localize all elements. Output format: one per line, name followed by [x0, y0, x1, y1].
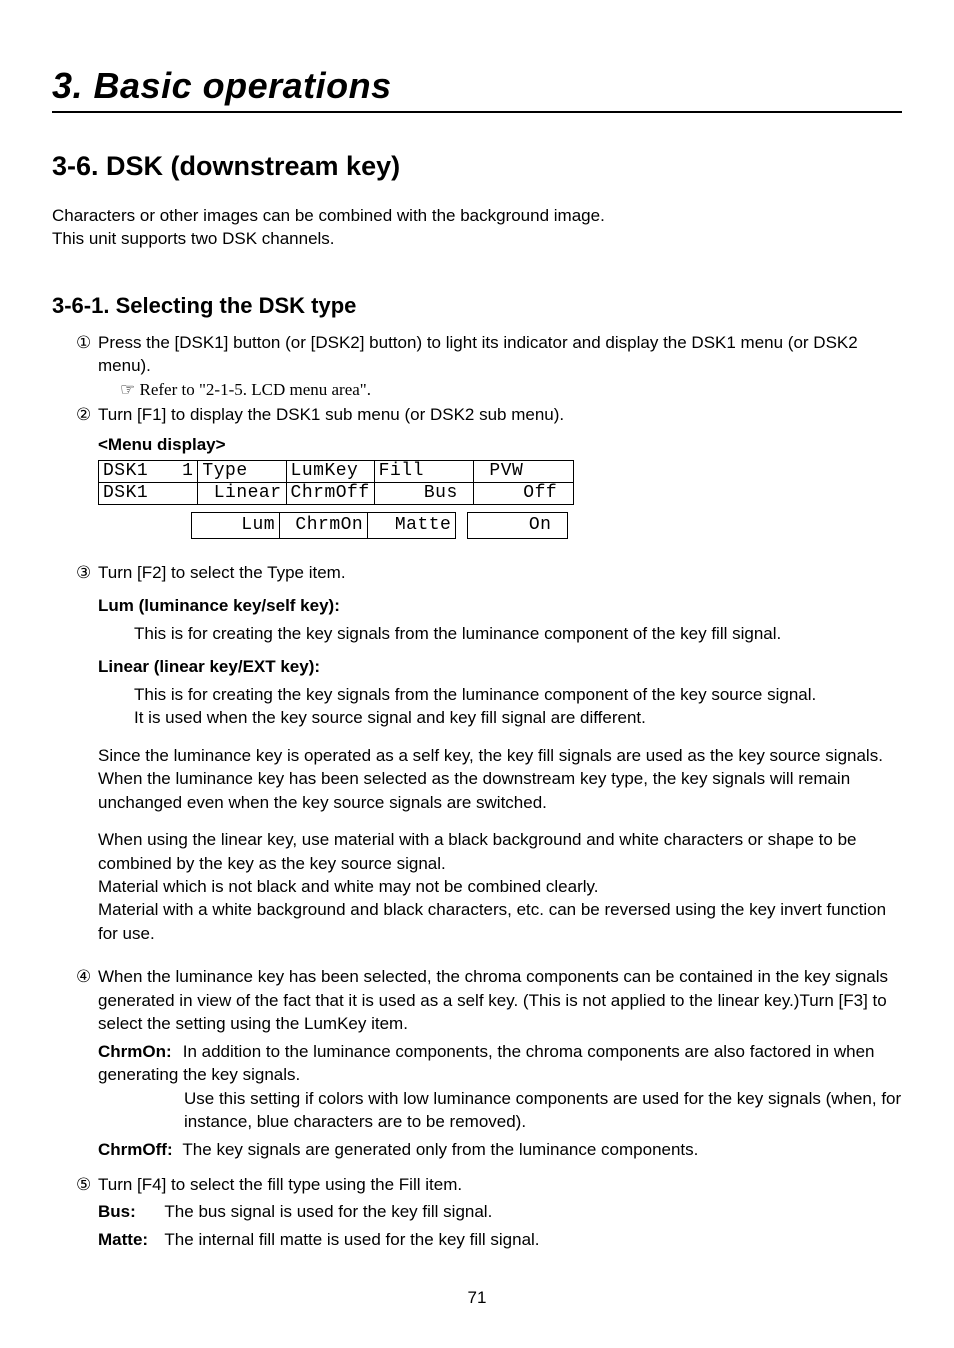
lum-body: This is for creating the key signals fro…	[52, 622, 902, 645]
lcd-row-options: Lum ChrmOn Matte On	[98, 513, 567, 539]
step-2: ② Turn [F1] to display the DSK1 sub menu…	[52, 403, 902, 426]
lcd-row-header: DSK1 1 Type LumKey Fill PVW	[99, 461, 574, 483]
subsection-heading: 3-6-1. Selecting the DSK type	[52, 293, 902, 319]
lcd-cell: DSK1 1	[99, 461, 198, 483]
section-heading: 3-6. DSK (downstream key)	[52, 151, 902, 182]
lcd-cell: Type	[198, 461, 286, 483]
lcd-cell: PVW	[474, 461, 573, 483]
lcd-spacer	[456, 513, 468, 539]
bus-row: Bus: The bus signal is used for the key …	[52, 1200, 902, 1223]
step-3-text: Turn [F2] to select the Type item.	[98, 563, 346, 582]
note-line-a: When using the linear key, use material …	[98, 830, 857, 872]
intro-paragraph: Characters or other images can be combin…	[52, 204, 902, 251]
pointing-hand-icon: ☞	[120, 380, 135, 399]
matte-key: Matte:	[98, 1228, 160, 1251]
step-5: ⑤ Turn [F4] to select the fill type usin…	[52, 1173, 902, 1196]
lcd-row-values: DSK1 Linear ChrmOff Bus Off	[99, 483, 574, 505]
step-number-2: ②	[76, 403, 98, 426]
step-number-1: ①	[76, 331, 98, 354]
step-4: ④ When the luminance key has been select…	[52, 965, 902, 1035]
page: 3. Basic operations 3-6. DSK (downstream…	[0, 0, 954, 1251]
lcd-cell: ChrmOn	[280, 513, 368, 539]
note-paragraph-1: Since the luminance key is operated as a…	[52, 744, 902, 814]
intro-line-2: This unit supports two DSK channels.	[52, 229, 335, 248]
lcd-cell: Bus	[374, 483, 473, 505]
step-number-3: ③	[76, 561, 98, 584]
lcd-menu-table: DSK1 1 Type LumKey Fill PVW DSK1 Linear …	[98, 460, 574, 505]
steps-list: ① Press the [DSK1] button (or [DSK2] but…	[52, 331, 902, 1251]
step-5-text: Turn [F4] to select the fill type using …	[98, 1175, 462, 1194]
step-2-text: Turn [F1] to display the DSK1 sub menu (…	[98, 405, 564, 424]
note-line-b: Material which is not black and white ma…	[98, 877, 598, 896]
chrmoff-value: The key signals are generated only from …	[182, 1140, 698, 1159]
page-number: 71	[0, 1288, 954, 1308]
chrmon-key: ChrmOn:	[98, 1040, 178, 1063]
reference-line: ☞ Refer to "2-1-5. LCD menu area".	[98, 380, 371, 399]
matte-row: Matte: The internal fill matte is used f…	[52, 1228, 902, 1251]
intro-line-1: Characters or other images can be combin…	[52, 206, 605, 225]
chrmon-value-2: Use this setting if colors with low lumi…	[52, 1087, 902, 1134]
lcd-cell: Fill	[374, 461, 473, 483]
lcd-cell: Lum	[192, 513, 280, 539]
lcd-cell: DSK1	[99, 483, 198, 505]
lcd-options-table: Lum ChrmOn Matte On	[98, 512, 568, 539]
step-number-5: ⑤	[76, 1173, 98, 1196]
lcd-cell: On	[468, 513, 567, 539]
step-number-4: ④	[76, 965, 98, 988]
chrmoff-key: ChrmOff:	[98, 1138, 178, 1161]
lcd-spacer	[98, 513, 192, 539]
step-4-text: When the luminance key has been selected…	[98, 967, 888, 1033]
bus-key: Bus:	[98, 1200, 160, 1223]
lcd-cell: ChrmOff	[286, 483, 374, 505]
menu-display-label: <Menu display>	[52, 433, 902, 456]
bus-value: The bus signal is used for the key fill …	[164, 1202, 492, 1221]
chrmoff-row: ChrmOff: The key signals are generated o…	[52, 1138, 902, 1161]
lcd-cell: Off	[474, 483, 573, 505]
matte-value: The internal fill matte is used for the …	[164, 1230, 539, 1249]
lcd-cell: Matte	[368, 513, 456, 539]
step-1-text: Press the [DSK1] button (or [DSK2] butto…	[98, 333, 858, 375]
linear-body-1: This is for creating the key signals fro…	[134, 685, 816, 704]
step-3: ③ Turn [F2] to select the Type item.	[52, 561, 902, 584]
linear-body-2: It is used when the key source signal an…	[134, 708, 646, 727]
step-1: ① Press the [DSK1] button (or [DSK2] but…	[52, 331, 902, 401]
chrmon-value-1: In addition to the luminance components,…	[98, 1042, 874, 1084]
lcd-cell: Linear	[198, 483, 286, 505]
reference-text: Refer to "2-1-5. LCD menu area".	[135, 380, 371, 399]
lum-heading: Lum (luminance key/self key):	[52, 594, 902, 617]
lcd-cell: LumKey	[286, 461, 374, 483]
note-paragraph-2: When using the linear key, use material …	[52, 828, 902, 945]
chapter-title: 3. Basic operations	[52, 65, 902, 113]
note-line-c: Material with a white background and bla…	[98, 900, 886, 942]
chrmon-row: ChrmOn: In addition to the luminance com…	[52, 1040, 902, 1087]
linear-body: This is for creating the key signals fro…	[52, 683, 902, 730]
linear-heading: Linear (linear key/EXT key):	[52, 655, 902, 678]
